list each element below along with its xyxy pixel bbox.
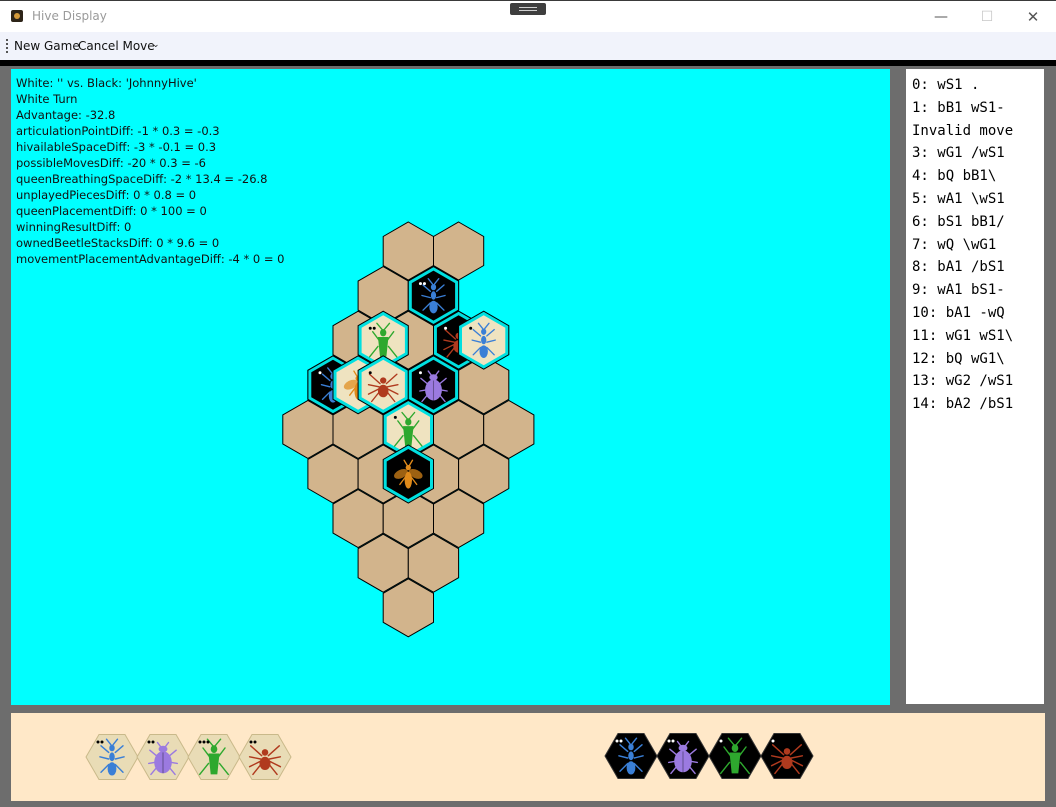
black-hand-grasshopper-piece[interactable] xyxy=(708,733,762,779)
game-board[interactable]: White: '' vs. Black: 'JohnnyHive' White T… xyxy=(11,69,890,705)
stat-line: unplayedPiecesDiff: 0 * 0.8 = 0 xyxy=(16,188,197,202)
stat-line: queenBreathingSpaceDiff: -2 * 13.4 = -26… xyxy=(16,172,268,186)
evaluation-stats: White: '' vs. Black: 'JohnnyHive' White T… xyxy=(16,75,285,267)
stat-line: possibleMovesDiff: -20 * 0.3 = -6 xyxy=(16,156,206,170)
window-title: Hive Display xyxy=(32,9,107,23)
black-hand-beetle-piece[interactable] xyxy=(656,733,710,779)
move-entry[interactable]: 10: bA1 -wQ xyxy=(912,302,1044,325)
move-history-list[interactable]: 0: wS1 . 1: bB1 wS1- Invalid move 3: wG1 /w… xyxy=(906,69,1044,704)
stat-line: queenPlacementDiff: 0 * 100 = 0 xyxy=(16,204,207,218)
move-entry[interactable]: 3: wG1 /wS1 xyxy=(912,142,1044,165)
black-hand-spider-piece[interactable] xyxy=(760,733,814,779)
hive-app-icon xyxy=(11,10,23,22)
stat-line: winningResultDiff: 0 xyxy=(16,220,132,234)
stat-line: Advantage: -32.8 xyxy=(16,108,116,122)
minimize-button[interactable]: — xyxy=(918,5,964,29)
move-entry[interactable]: 12: bQ wG1\ xyxy=(912,348,1044,371)
piece-hand-panel xyxy=(11,713,1045,801)
toolbar: New Game Cancel Move ⌄ xyxy=(0,32,1056,60)
stat-line: movementPlacementAdvantageDiff: -4 * 0 =… xyxy=(16,252,285,266)
close-button[interactable]: ✕ xyxy=(1010,5,1056,29)
stat-line: articulationPointDiff: -1 * 0.3 = -0.3 xyxy=(16,124,220,138)
title-bar: Hive Display — ☐ ✕ xyxy=(0,0,1056,32)
move-entry[interactable]: 5: wA1 \wS1 xyxy=(912,188,1044,211)
stat-line: White: '' vs. Black: 'JohnnyHive' xyxy=(16,76,197,90)
move-entry[interactable]: 13: wG2 /wS1 xyxy=(912,370,1044,393)
stat-line: ownedBeetleStacksDiff: 0 * 9.6 = 0 xyxy=(16,236,220,250)
move-entry[interactable]: 7: wQ \wG1 xyxy=(912,234,1044,257)
white-hand-beetle-piece[interactable] xyxy=(136,734,190,780)
black-hand-ant-piece[interactable] xyxy=(604,733,658,779)
move-entry[interactable]: 14: bA2 /bS1 xyxy=(912,393,1044,416)
stat-line: White Turn xyxy=(16,92,78,106)
cancel-move-button[interactable]: Cancel Move xyxy=(78,39,155,53)
white-hand-grasshopper-piece[interactable] xyxy=(187,734,241,780)
hand-pieces[interactable] xyxy=(11,713,1045,801)
move-entry[interactable]: 1: bB1 wS1- xyxy=(912,97,1044,120)
move-entry[interactable]: 4: bQ bB1\ xyxy=(912,165,1044,188)
move-entry[interactable]: 0: wS1 . xyxy=(912,74,1044,97)
white-hand-spider-piece[interactable] xyxy=(238,734,292,780)
drag-grip-icon[interactable] xyxy=(510,3,546,15)
move-entry[interactable]: Invalid move xyxy=(912,120,1044,143)
new-game-button[interactable]: New Game xyxy=(14,39,80,53)
toolbar-grip-icon[interactable] xyxy=(6,39,8,53)
toolbar-overflow-icon[interactable]: ⌄ xyxy=(152,40,160,50)
move-entry[interactable]: 8: bA1 /bS1 xyxy=(912,256,1044,279)
maximize-button[interactable]: ☐ xyxy=(964,5,1010,29)
stat-line: hivailableSpaceDiff: -3 * -0.1 = 0.3 xyxy=(16,140,217,154)
separator xyxy=(0,60,1056,66)
move-entry[interactable]: 9: wA1 bS1- xyxy=(912,279,1044,302)
white-hand-ant-piece[interactable] xyxy=(85,734,139,780)
move-entry[interactable]: 11: wG1 wS1\ xyxy=(912,325,1044,348)
move-entry[interactable]: 6: bS1 bB1/ xyxy=(912,211,1044,234)
